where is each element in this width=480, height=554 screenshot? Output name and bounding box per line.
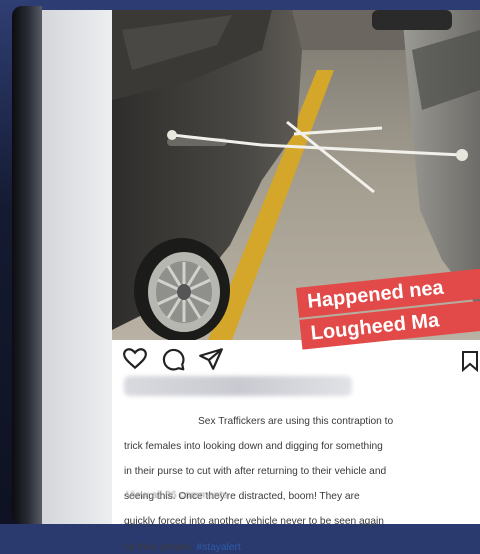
view-comments-link[interactable]: View all 86 comments <box>126 489 228 501</box>
comment-icon[interactable] <box>160 346 186 372</box>
send-icon[interactable] <box>198 346 224 372</box>
caption-text-line: quickly forced into another vehicle neve… <box>124 516 384 528</box>
screen-margin <box>42 10 112 524</box>
blurred-username <box>124 376 352 396</box>
background-top <box>0 0 480 10</box>
hashtag-link[interactable]: #stayalert <box>197 542 241 553</box>
bookmark-icon[interactable] <box>460 350 480 373</box>
caption-text-line: Sex Traffickers are using this contrapti… <box>198 415 394 427</box>
post-caption-text: Sex Traffickers are using this contrapti… <box>124 403 480 554</box>
caption-text-line: trick females into looking down and digg… <box>124 440 383 452</box>
phone-bezel <box>12 6 42 524</box>
caption-text-line: by their people. <box>124 541 194 553</box>
heart-icon[interactable] <box>122 346 148 372</box>
caption-text-line: in their purse to cut with after returni… <box>124 465 387 477</box>
